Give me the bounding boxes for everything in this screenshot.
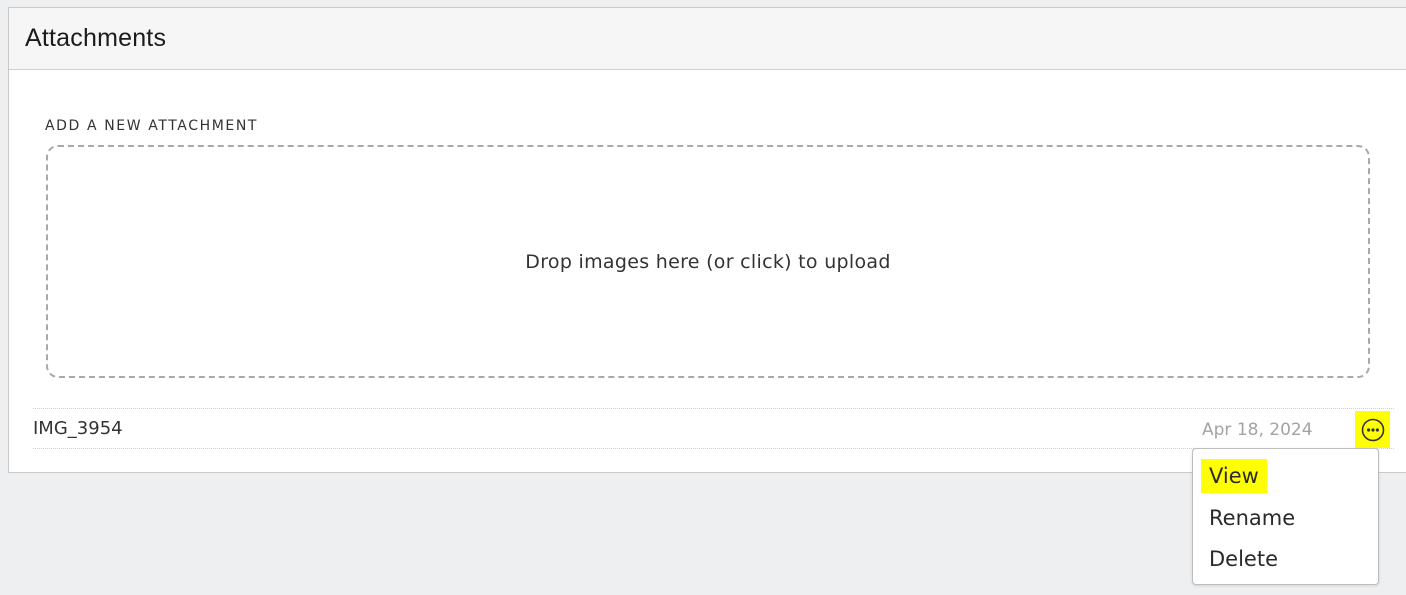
menu-item-rename[interactable]: Rename <box>1201 501 1303 535</box>
attachment-context-menu: View Rename Delete <box>1192 448 1379 585</box>
attachment-menu-button[interactable] <box>1355 411 1390 448</box>
attachment-row[interactable]: IMG_3954 Apr 18, 2024 <box>33 408 1394 449</box>
more-horizontal-circle-icon <box>1361 418 1384 441</box>
attachments-panel: Attachments ADD A NEW ATTACHMENT Drop im… <box>8 7 1406 473</box>
upload-dropzone[interactable]: Drop images here (or click) to upload <box>46 145 1370 378</box>
menu-item-delete[interactable]: Delete <box>1201 542 1286 576</box>
add-attachment-label: ADD A NEW ATTACHMENT <box>45 118 259 134</box>
dropzone-text: Drop images here (or click) to upload <box>525 250 891 273</box>
attachment-name[interactable]: IMG_3954 <box>33 418 123 439</box>
panel-header: Attachments <box>9 8 1406 70</box>
menu-item-view[interactable]: View <box>1201 459 1267 493</box>
panel-title: Attachments <box>25 24 167 52</box>
attachment-date: Apr 18, 2024 <box>1202 420 1313 440</box>
